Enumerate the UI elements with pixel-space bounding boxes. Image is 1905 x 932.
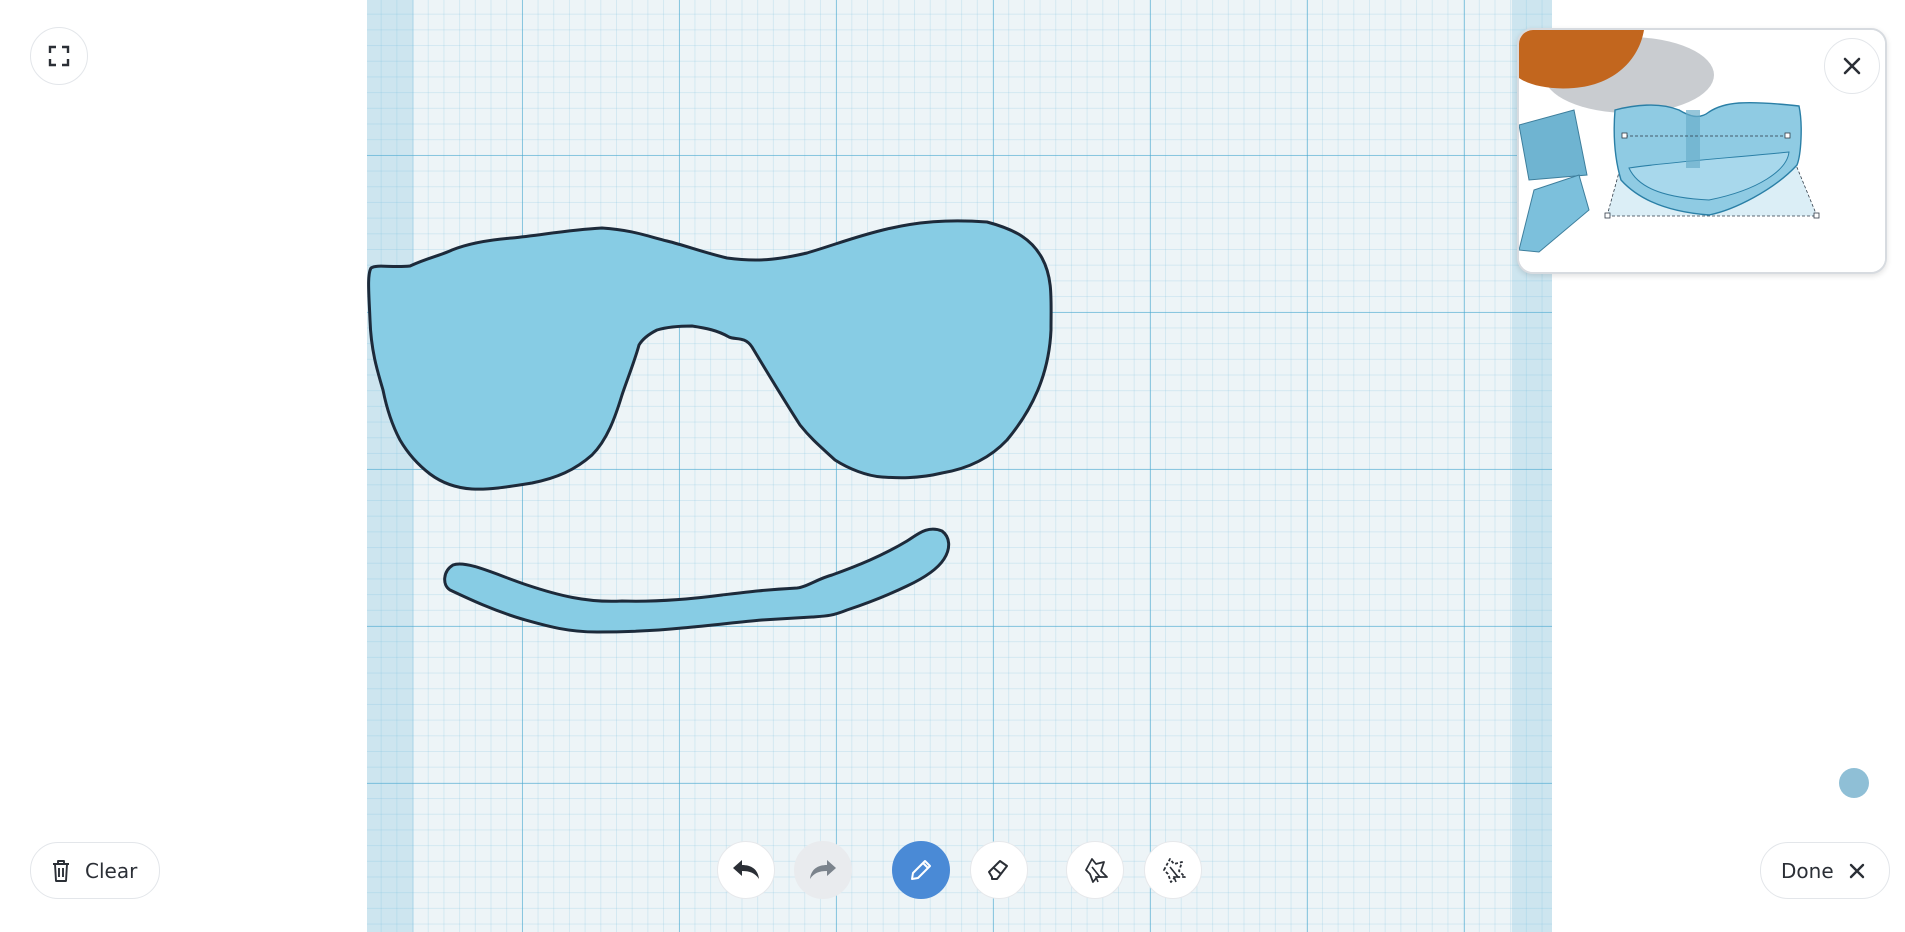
color-swatch[interactable] xyxy=(1839,768,1869,798)
undo-icon xyxy=(733,860,759,879)
draw-tool-button[interactable] xyxy=(892,841,950,899)
select-shape-icon xyxy=(1085,858,1108,883)
done-label: Done xyxy=(1781,858,1834,883)
redo-button[interactable] xyxy=(794,841,852,899)
done-button[interactable]: Done xyxy=(1760,842,1890,899)
eraser-icon xyxy=(988,860,1008,880)
close-icon xyxy=(1849,863,1864,878)
redo-icon xyxy=(810,860,836,879)
fullscreen-button[interactable] xyxy=(30,27,88,85)
pencil-icon xyxy=(911,860,931,880)
fullscreen-icon xyxy=(48,45,70,67)
glasses-lens-shape[interactable] xyxy=(367,219,1053,491)
sketch-layer xyxy=(367,219,1053,634)
close-icon xyxy=(1843,57,1861,75)
deselect-shape-icon xyxy=(1163,858,1186,883)
glasses-bridge-shape[interactable] xyxy=(443,527,951,634)
close-preview-button[interactable] xyxy=(1824,38,1880,94)
undo-button[interactable] xyxy=(717,841,775,899)
trash-icon xyxy=(53,859,69,882)
clear-label: Clear xyxy=(85,858,138,883)
deselect-shape-button[interactable] xyxy=(1144,841,1202,899)
drawing-canvas[interactable] xyxy=(367,0,1552,932)
clear-button[interactable]: Clear xyxy=(30,842,160,899)
erase-tool-button[interactable] xyxy=(970,841,1028,899)
select-shape-button[interactable] xyxy=(1066,841,1124,899)
